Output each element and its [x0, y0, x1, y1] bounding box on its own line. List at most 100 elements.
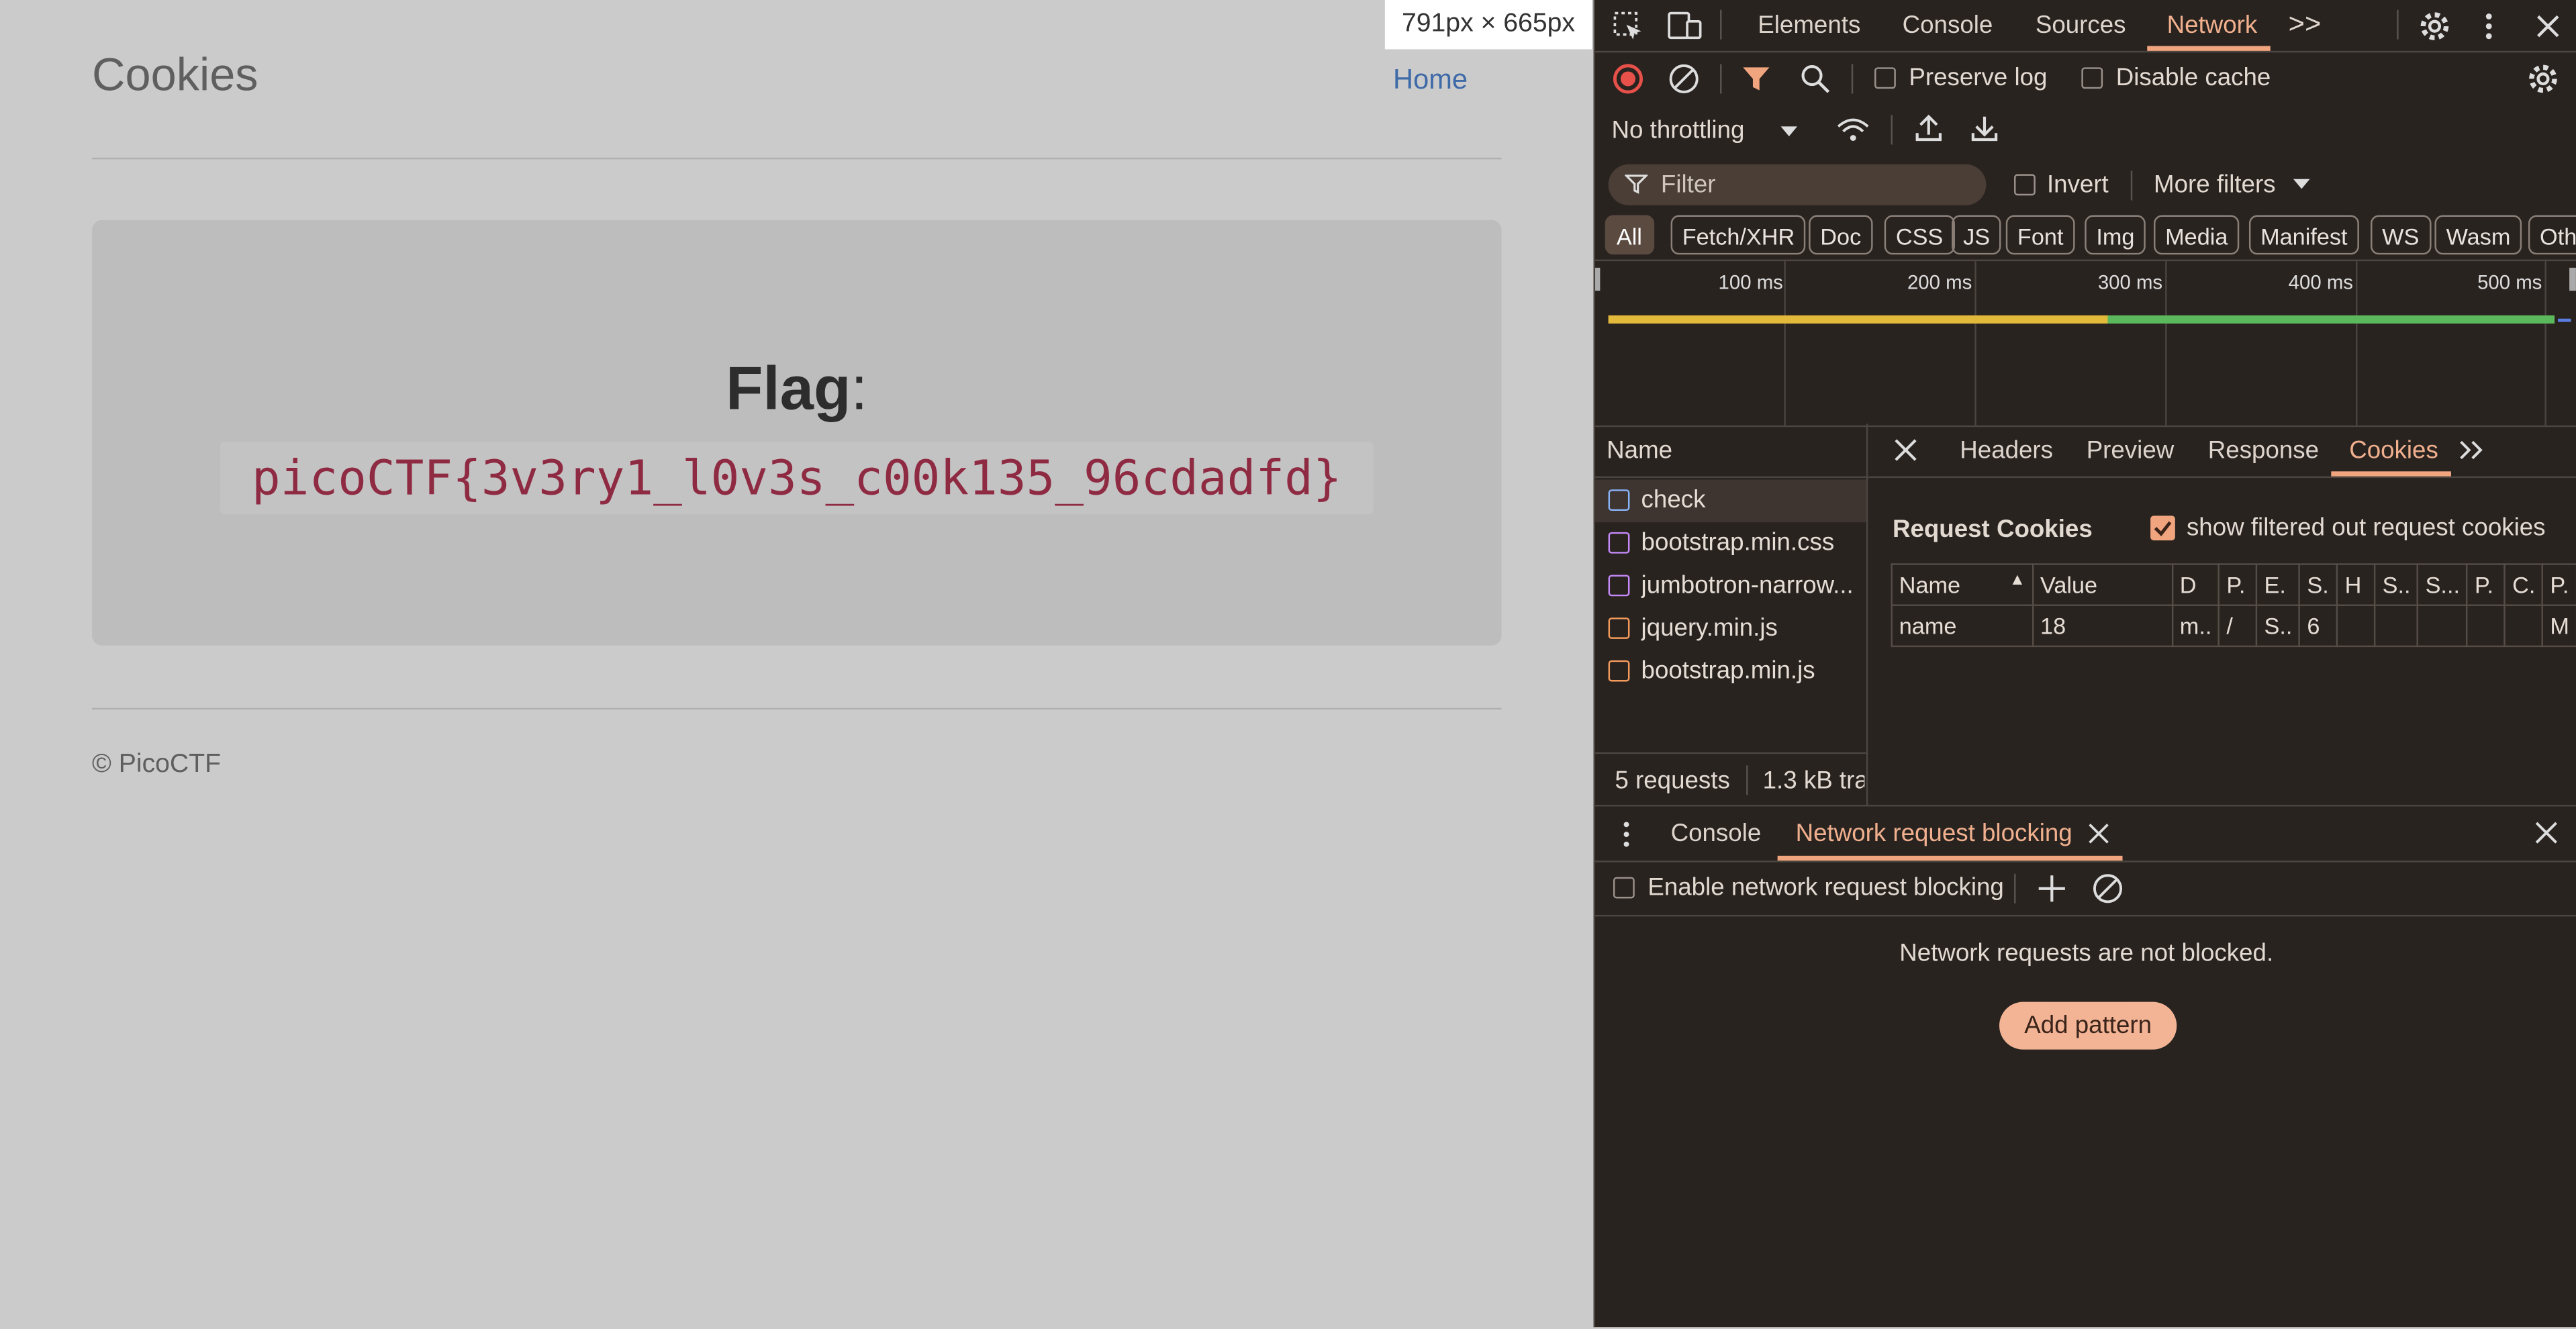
record-stop-icon[interactable]	[1612, 62, 1645, 95]
filter-placeholder: Filter	[1660, 170, 1716, 199]
close-drawer-icon[interactable]	[2535, 822, 2558, 844]
web-page: Cookies Home Flag: picoCTF{3v3ry1_l0v3s_…	[0, 0, 1594, 1328]
col-header-path[interactable]: P.	[2218, 563, 2258, 606]
chip-ws[interactable]: WS	[2371, 215, 2431, 255]
home-link[interactable]: Home	[1393, 64, 1468, 97]
drawer-tab-console[interactable]: Console	[1671, 820, 1762, 848]
network-toolbar: Preserve log Disable cache	[1595, 52, 2576, 105]
chip-js[interactable]: JS	[1952, 215, 2002, 255]
export-har-icon[interactable]	[1968, 111, 2001, 144]
chip-fetch-xhr[interactable]: Fetch/XHR	[1670, 215, 1807, 255]
detail-tab-preview[interactable]: Preview	[2087, 437, 2175, 465]
clear-icon[interactable]	[1668, 62, 1701, 95]
col-header-httponly[interactable]: H	[2336, 563, 2376, 606]
chip-media[interactable]: Media	[2154, 215, 2240, 255]
cookie-cross-site	[2503, 604, 2544, 648]
close-drawer-tab-icon[interactable]	[2088, 823, 2109, 844]
chip-manifest[interactable]: Manifest	[2248, 215, 2359, 255]
search-icon[interactable]	[1799, 62, 1831, 95]
timeline-gridline	[2355, 261, 2358, 426]
detail-tab-cookies[interactable]: Cookies	[2349, 437, 2438, 465]
timeline-waiting-bar	[1608, 315, 2108, 324]
add-pattern-plus-icon[interactable]	[2036, 872, 2068, 905]
col-header-secure[interactable]: S..	[2374, 563, 2419, 606]
devtools-tabbar: Elements Console Sources Network >>	[1595, 0, 2576, 53]
tab-network[interactable]: Network	[2167, 11, 2258, 40]
show-filtered-checkbox[interactable]	[2150, 515, 2175, 541]
active-detail-tab-indicator	[2331, 471, 2451, 477]
close-detail-icon[interactable]	[1894, 438, 1917, 461]
request-row-bootstrap-css[interactable]: bootstrap.min.css	[1595, 522, 1866, 565]
name-column-header[interactable]: Name	[1595, 424, 1866, 479]
col-header-size[interactable]: S.	[2299, 563, 2338, 606]
disable-cache-checkbox[interactable]	[2081, 67, 2103, 89]
kebab-menu-icon[interactable]	[2476, 8, 2502, 44]
tab-console[interactable]: Console	[1903, 11, 1993, 40]
chip-other[interactable]: Oth	[2528, 215, 2576, 255]
network-settings-gear-icon[interactable]	[2525, 61, 2561, 97]
flag-heading: Flag:	[92, 355, 1502, 424]
request-cookies-heading: Request Cookies	[1892, 515, 2093, 544]
col-header-partition-key[interactable]: P.	[2466, 563, 2506, 606]
cookie-row[interactable]: name 18 m.. / S.. 6 M	[1891, 604, 2576, 648]
settings-gear-icon[interactable]	[2417, 8, 2453, 44]
filter-icon	[1625, 175, 1648, 194]
close-devtools-icon[interactable]	[2532, 10, 2565, 43]
more-filters-dropdown[interactable]: More filters	[2154, 170, 2276, 199]
chip-wasm[interactable]: Wasm	[2434, 215, 2522, 255]
active-tab-indicator	[2147, 46, 2271, 51]
request-row-jumbotron-css[interactable]: jumbotron-narrow...	[1595, 565, 1866, 608]
device-toolbar-icon[interactable]	[1668, 10, 1704, 43]
col-header-expires[interactable]: E.	[2256, 563, 2301, 606]
add-pattern-button[interactable]: Add pattern	[1999, 1001, 2177, 1050]
filter-input[interactable]: Filter	[1608, 164, 1987, 205]
detail-tab-headers[interactable]: Headers	[1960, 437, 2053, 465]
timeline-tick-label: 300 ms	[2097, 270, 2163, 295]
more-detail-tabs-icon[interactable]	[2458, 438, 2487, 461]
request-row-jquery-js[interactable]: jquery.min.js	[1595, 607, 1866, 650]
timeline-tick-label: 100 ms	[1718, 270, 1783, 295]
timeline-gridline	[2544, 261, 2546, 426]
col-header-name[interactable]: Name ▲	[1891, 563, 2034, 606]
tab-elements[interactable]: Elements	[1758, 11, 1860, 40]
remove-all-patterns-icon[interactable]	[2091, 872, 2124, 905]
col-header-cross-site[interactable]: C.	[2503, 563, 2544, 606]
tab-sources[interactable]: Sources	[2036, 11, 2126, 40]
col-header-samesite[interactable]: S...	[2417, 563, 2469, 606]
drawer-tab-network-request-blocking[interactable]: Network request blocking	[1796, 820, 2072, 848]
chip-doc[interactable]: Doc	[1809, 215, 1873, 255]
timeline-overview[interactable]: 100 ms 200 ms 300 ms 400 ms 500 ms	[1595, 259, 2576, 428]
enable-blocking-checkbox[interactable]	[1613, 877, 1635, 899]
cookie-path: /	[2218, 604, 2258, 648]
throttling-select[interactable]: No throttling	[1612, 117, 1745, 145]
stylesheet-icon	[1608, 575, 1630, 597]
timeline-tick-label: 200 ms	[1907, 270, 1972, 295]
cookie-priority: M	[2542, 604, 2576, 648]
col-header-domain[interactable]: D	[2171, 563, 2220, 606]
request-detail-pane: Headers Preview Response Cookies Request…	[1868, 424, 2576, 805]
timeline-left-handle[interactable]	[1595, 267, 1601, 291]
timeline-right-handle[interactable]	[2569, 267, 2576, 291]
request-row-check[interactable]: check	[1595, 479, 1866, 523]
invert-checkbox[interactable]	[2014, 174, 2036, 196]
preserve-log-checkbox[interactable]	[1874, 67, 1896, 89]
disable-cache-label: Disable cache	[2115, 64, 2271, 93]
flag-value: picoCTF{3v3ry1_l0v3s_c00k135_96cdadfd}	[220, 442, 1374, 514]
chip-all[interactable]: All	[1605, 215, 1654, 255]
detail-tab-response[interactable]: Response	[2208, 437, 2319, 465]
chip-img[interactable]: Img	[2085, 215, 2146, 255]
chip-css[interactable]: CSS	[1884, 215, 1955, 255]
network-conditions-wifi-icon[interactable]	[1835, 113, 1871, 146]
more-tabs-button[interactable]: >>	[2289, 8, 2322, 41]
cookie-size: 6	[2299, 604, 2338, 648]
filter-funnel-icon[interactable]	[1742, 64, 1771, 93]
request-row-bootstrap-js[interactable]: bootstrap.min.js	[1595, 650, 1866, 693]
chip-font[interactable]: Font	[2005, 215, 2075, 255]
col-header-priority[interactable]: P.	[2542, 563, 2576, 606]
inspect-element-icon[interactable]	[1612, 10, 1645, 43]
col-header-value[interactable]: Value	[2032, 563, 2173, 606]
toolbar-separator	[2397, 9, 2399, 40]
import-har-icon[interactable]	[1912, 111, 1945, 144]
header-divider	[92, 157, 1502, 160]
drawer-menu-icon[interactable]	[1615, 820, 1637, 849]
